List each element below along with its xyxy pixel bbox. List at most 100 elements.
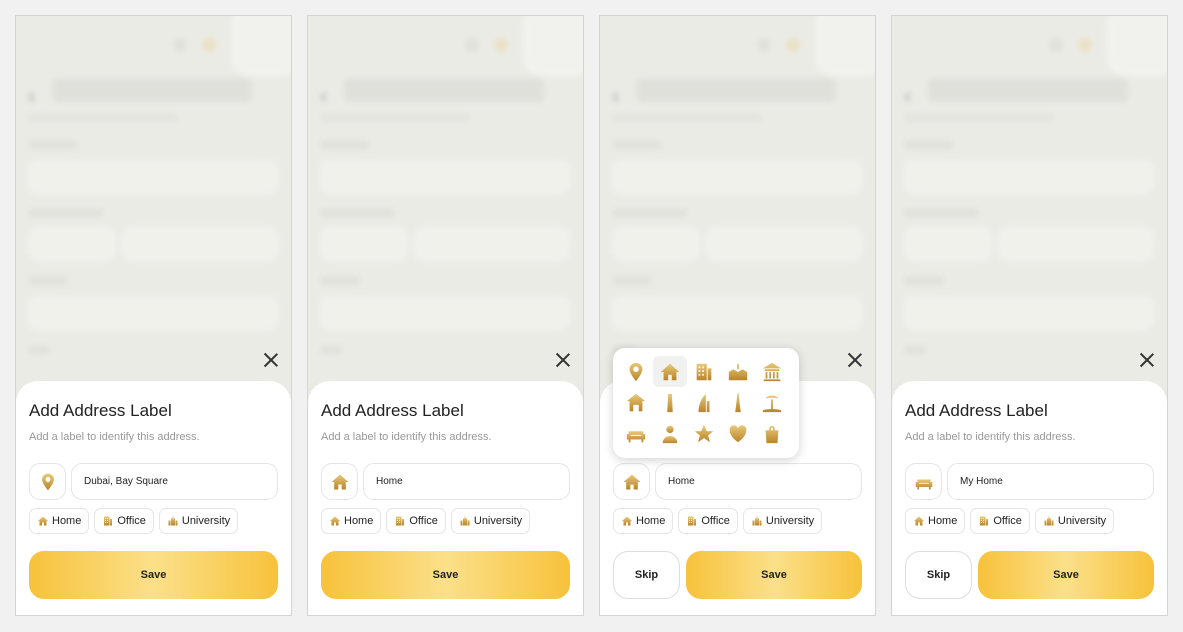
close-icon[interactable]: [847, 352, 863, 368]
skip-button[interactable]: Skip: [613, 551, 680, 599]
location-pin-icon: [625, 361, 647, 383]
school-icon: [727, 361, 749, 383]
chip-label: Home: [52, 515, 82, 527]
close-icon[interactable]: [1139, 352, 1155, 368]
picker-option[interactable]: [619, 387, 653, 418]
save-button[interactable]: Save: [978, 551, 1154, 599]
chip-university[interactable]: University: [1034, 508, 1115, 534]
chip-office[interactable]: Office: [678, 508, 738, 534]
picker-option[interactable]: [619, 418, 653, 449]
picker-option[interactable]: [619, 356, 653, 387]
quick-label-chips: Home Office University: [613, 508, 823, 534]
office-building-icon: [686, 515, 698, 527]
skip-button[interactable]: Skip: [905, 551, 972, 599]
office-building-icon: [693, 361, 715, 383]
icon-picker-popover: [613, 348, 799, 458]
picker-option[interactable]: [687, 387, 721, 418]
chip-university[interactable]: University: [450, 508, 531, 534]
university-icon: [751, 515, 763, 527]
house-icon: [621, 515, 633, 527]
house-icon: [37, 515, 49, 527]
selected-label-icon-button[interactable]: [321, 463, 358, 500]
selected-label-icon-button[interactable]: [29, 463, 66, 500]
screen-3: ‹ Add Address Label Add a label to ident…: [599, 15, 876, 616]
chip-home[interactable]: Home: [29, 508, 90, 534]
selected-label-icon-button[interactable]: [613, 463, 650, 500]
location-pin-icon: [38, 472, 58, 492]
office-building-icon: [394, 515, 406, 527]
picker-option[interactable]: [687, 356, 721, 387]
house-icon: [659, 361, 681, 383]
chip-home[interactable]: Home: [905, 508, 966, 534]
screen-4: ‹ Add Address Label Add a label to ident…: [891, 15, 1168, 616]
picker-option[interactable]: [653, 387, 687, 418]
label-input[interactable]: Home: [655, 463, 862, 500]
chip-office[interactable]: Office: [386, 508, 446, 534]
picker-option[interactable]: [755, 356, 789, 387]
villa-icon: [625, 392, 647, 414]
chip-label: Home: [636, 515, 666, 527]
screen-1: ‹ Add Address Label Add a label to ident…: [15, 15, 292, 616]
screen-2: ‹ Add Address Label Add a label to ident…: [307, 15, 584, 616]
quick-label-chips: Home Office University: [29, 508, 239, 534]
picker-option[interactable]: [755, 418, 789, 449]
chip-label: Office: [993, 515, 1022, 527]
chip-home[interactable]: Home: [321, 508, 382, 534]
picker-option[interactable]: [687, 418, 721, 449]
picker-option[interactable]: [755, 387, 789, 418]
burj-al-arab-icon: [693, 392, 715, 414]
sheet-title: Add Address Label: [905, 401, 1048, 420]
label-input[interactable]: Dubai, Bay Square: [71, 463, 278, 500]
sheet-subtitle: Add a label to identify this address.: [29, 431, 200, 443]
chip-label: Office: [117, 515, 146, 527]
picker-option[interactable]: [653, 356, 687, 387]
sheet-subtitle: Add a label to identify this address.: [321, 431, 492, 443]
picker-option[interactable]: [721, 356, 755, 387]
tower-icon: [659, 392, 681, 414]
chip-label: Home: [928, 515, 958, 527]
sheet-title: Add Address Label: [321, 401, 464, 420]
museum-icon: [761, 361, 783, 383]
label-input[interactable]: My Home: [947, 463, 1154, 500]
beach-icon: [761, 392, 783, 414]
selected-label-icon-button[interactable]: [905, 463, 942, 500]
chip-label: University: [1057, 515, 1107, 527]
sheet-subtitle: Add a label to identify this address.: [905, 431, 1076, 443]
burj-khalifa-icon: [727, 392, 749, 414]
chip-label: University: [181, 515, 231, 527]
university-icon: [1043, 515, 1055, 527]
chip-label: Home: [344, 515, 374, 527]
university-icon: [459, 515, 471, 527]
sheet-title: Add Address Label: [29, 401, 172, 420]
save-button[interactable]: Save: [686, 551, 862, 599]
house-icon: [622, 472, 642, 492]
label-input[interactable]: Home: [363, 463, 570, 500]
chip-label: Office: [701, 515, 730, 527]
chip-university[interactable]: University: [742, 508, 823, 534]
address-label-sheet: Add Address Label Add a label to identif…: [308, 381, 583, 615]
chip-label: Office: [409, 515, 438, 527]
chip-office[interactable]: Office: [970, 508, 1030, 534]
save-button[interactable]: Save: [321, 551, 570, 599]
star-icon: [693, 423, 715, 445]
university-icon: [167, 515, 179, 527]
picker-option[interactable]: [653, 418, 687, 449]
picker-option[interactable]: [721, 387, 755, 418]
chip-label: University: [473, 515, 523, 527]
picker-option[interactable]: [721, 418, 755, 449]
save-button[interactable]: Save: [29, 551, 278, 599]
chip-university[interactable]: University: [158, 508, 239, 534]
house-icon: [330, 472, 350, 492]
address-label-sheet: Add Address Label Add a label to identif…: [16, 381, 291, 615]
office-building-icon: [102, 515, 114, 527]
close-icon[interactable]: [263, 352, 279, 368]
chip-office[interactable]: Office: [94, 508, 154, 534]
quick-label-chips: Home Office University: [321, 508, 531, 534]
chip-label: University: [765, 515, 815, 527]
close-icon[interactable]: [555, 352, 571, 368]
chip-home[interactable]: Home: [613, 508, 674, 534]
sofa-icon: [625, 423, 647, 445]
quick-label-chips: Home Office University: [905, 508, 1115, 534]
heart-icon: [727, 423, 749, 445]
house-icon: [329, 515, 341, 527]
